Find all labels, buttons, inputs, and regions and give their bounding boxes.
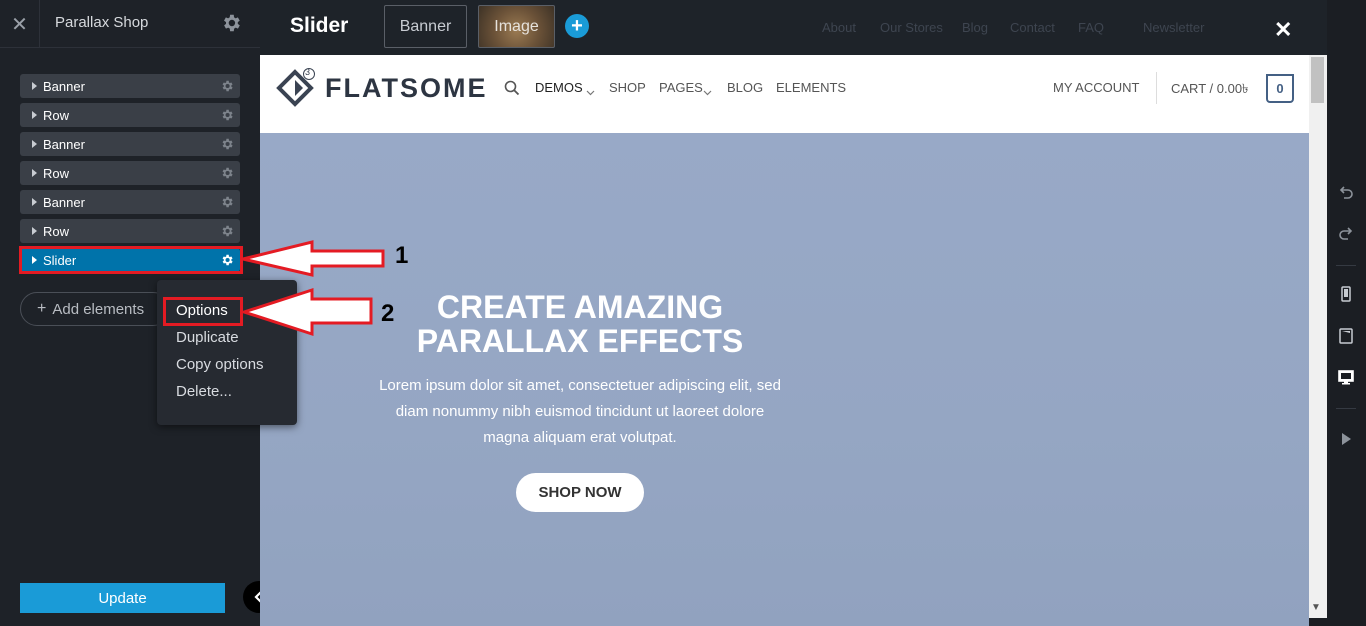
gear-icon[interactable]	[220, 108, 234, 125]
close-icon[interactable]: ✕	[0, 0, 40, 48]
hero-title: CREATE AMAZING PARALLAX EFFECTS	[360, 290, 800, 358]
tree-item-banner[interactable]: Banner	[20, 190, 240, 214]
cart-link[interactable]: CART / 0.00৳	[1171, 80, 1249, 101]
close-icon[interactable]: ✕	[1274, 17, 1292, 43]
scroll-down-arrow-icon[interactable]: ▼	[1311, 602, 1321, 613]
menu-item-copy-options[interactable]: Copy options	[176, 356, 264, 373]
redo-icon[interactable]	[1337, 224, 1355, 242]
menu-item-delete[interactable]: Delete...	[176, 383, 232, 400]
hero-title-line: PARALLAX EFFECTS	[416, 323, 744, 359]
tree-item-label: Row	[43, 165, 70, 181]
tree-item-label: Banner	[43, 194, 85, 210]
shop-now-button[interactable]: SHOP NOW	[516, 473, 644, 512]
tablet-view-icon[interactable]	[1337, 327, 1355, 345]
faded-nav-item: Newsletter	[1143, 20, 1205, 35]
mobile-view-icon[interactable]	[1337, 285, 1355, 303]
hero-title-line: CREATE AMAZING	[436, 289, 724, 325]
nav-item-elements[interactable]: ELEMENTS	[776, 80, 846, 95]
expand-triangle-icon[interactable]	[32, 111, 37, 119]
toolbar-divider	[1336, 408, 1356, 409]
search-icon[interactable]	[504, 80, 520, 101]
chevron-down-icon	[586, 83, 595, 101]
logo-badge: 3	[305, 67, 311, 77]
add-elements-button[interactable]: + Add elements	[20, 292, 170, 326]
tree-item-label: Banner	[43, 78, 85, 94]
faded-nav-item: About	[822, 20, 856, 35]
annotation-highlight-box	[19, 246, 243, 274]
update-button[interactable]: Update	[20, 583, 225, 613]
tree-item-banner[interactable]: Banner	[20, 132, 240, 156]
header-divider	[1156, 72, 1157, 104]
tab-image[interactable]: Image	[478, 5, 555, 48]
plus-icon: +	[37, 300, 47, 317]
gear-icon[interactable]	[220, 79, 234, 96]
right-toolbar	[1327, 0, 1366, 626]
chevron-down-icon	[703, 83, 712, 101]
tree-item-row[interactable]: Row	[20, 103, 240, 127]
selected-element-title: Slider	[290, 14, 349, 37]
play-icon[interactable]	[1337, 430, 1355, 448]
toolbar-divider	[1336, 265, 1356, 266]
faded-nav-item: Blog	[962, 20, 989, 35]
tree-item-label: Row	[43, 223, 70, 239]
nav-item-blog[interactable]: BLOG	[727, 80, 763, 95]
expand-triangle-icon[interactable]	[32, 140, 37, 148]
tree-item-label: Row	[43, 107, 70, 123]
desktop-view-icon[interactable]	[1337, 368, 1355, 386]
nav-item-pages[interactable]: PAGES	[659, 80, 703, 95]
hero-text-line: diam nonummy nibh euismod tincidunt ut l…	[395, 403, 765, 420]
annotation-number: 1	[395, 242, 409, 269]
my-account-link[interactable]: MY ACCOUNT	[1053, 80, 1139, 95]
gear-icon[interactable]	[220, 137, 234, 154]
hero-text: Lorem ipsum dolor sit amet, consectetuer…	[360, 373, 800, 451]
flatsome-logo-icon[interactable]	[275, 68, 317, 113]
gear-icon[interactable]	[220, 224, 234, 241]
add-child-button[interactable]: +	[565, 14, 589, 38]
expand-triangle-icon[interactable]	[32, 82, 37, 90]
gear-icon[interactable]	[220, 195, 234, 212]
faded-nav-item: Our Stores	[880, 20, 943, 35]
preview-scrollbar[interactable]	[1309, 55, 1327, 618]
cart-count-icon[interactable]: 0	[1266, 74, 1294, 103]
hero-text-line: magna aliquam erat volutpat.	[483, 429, 677, 446]
annotation-arrow-icon	[240, 287, 373, 337]
annotation-highlight-box	[163, 297, 243, 326]
gear-icon[interactable]	[220, 166, 234, 183]
menu-item-duplicate[interactable]: Duplicate	[176, 329, 239, 346]
nav-item-demos[interactable]: DEMOS	[535, 80, 583, 95]
faded-nav-item: FAQ	[1078, 20, 1105, 35]
site-logo-text[interactable]: FLATSOME	[325, 73, 487, 104]
sidebar-title: Parallax Shop	[55, 14, 149, 31]
annotation-number: 2	[381, 300, 395, 327]
undo-icon[interactable]	[1337, 183, 1355, 201]
gear-icon[interactable]	[220, 12, 242, 39]
tree-item-row[interactable]: Row	[20, 219, 240, 243]
hero-text-line: Lorem ipsum dolor sit amet, consectetuer…	[379, 377, 781, 394]
scrollbar-thumb[interactable]	[1311, 57, 1324, 103]
add-elements-label: Add elements	[52, 300, 145, 318]
tree-item-banner[interactable]: Banner	[20, 74, 240, 98]
expand-triangle-icon[interactable]	[32, 227, 37, 235]
nav-item-shop[interactable]: SHOP	[609, 80, 646, 95]
tree-item-label: Banner	[43, 136, 85, 152]
expand-triangle-icon[interactable]	[32, 198, 37, 206]
expand-triangle-icon[interactable]	[32, 169, 37, 177]
tree-item-row[interactable]: Row	[20, 161, 240, 185]
faded-nav-item: Contact	[1010, 20, 1055, 35]
tab-banner[interactable]: Banner	[384, 5, 467, 48]
